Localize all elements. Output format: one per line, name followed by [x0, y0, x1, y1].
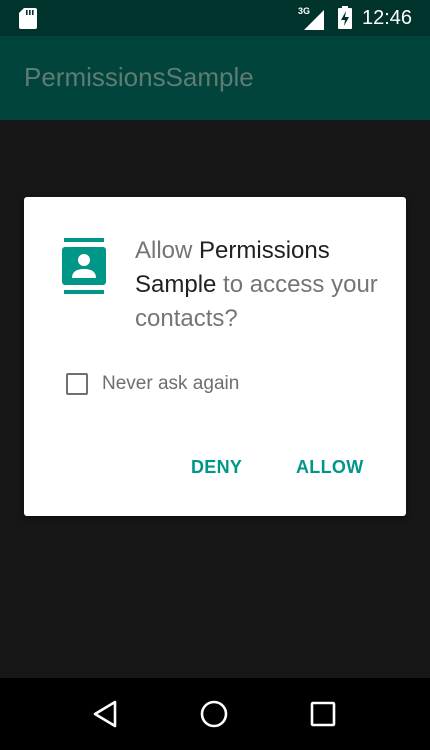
permission-message: Allow Permissions Sample to access your …: [135, 234, 385, 336]
screen: 3G 12:46 PermissionsSample Allow Permiss…: [0, 0, 430, 750]
never-ask-again-checkbox[interactable]: Never ask again: [66, 369, 239, 399]
home-icon[interactable]: [198, 698, 230, 730]
status-clock: 12:46: [362, 7, 413, 29]
app-bar: PermissionsSample: [0, 36, 430, 120]
back-icon[interactable]: [91, 698, 123, 730]
checkbox-box[interactable]: [66, 373, 88, 395]
status-bar: 3G 12:46: [0, 0, 430, 36]
never-ask-again-label: Never ask again: [102, 373, 240, 394]
app-title: PermissionsSample: [24, 62, 254, 92]
recents-icon[interactable]: [307, 698, 339, 730]
sd-card-icon: [19, 8, 37, 29]
navigation-bar: [0, 678, 430, 750]
message-prefix: Allow: [135, 237, 200, 264]
deny-button[interactable]: DENY: [191, 449, 242, 485]
battery-charging-icon: [338, 6, 352, 29]
allow-button[interactable]: ALLOW: [296, 449, 363, 485]
cell-signal-indicator: 3G: [298, 6, 326, 30]
contacts-icon: [62, 238, 106, 294]
cell-signal-icon: [304, 10, 324, 30]
permission-dialog: Allow Permissions Sample to access your …: [24, 197, 406, 516]
